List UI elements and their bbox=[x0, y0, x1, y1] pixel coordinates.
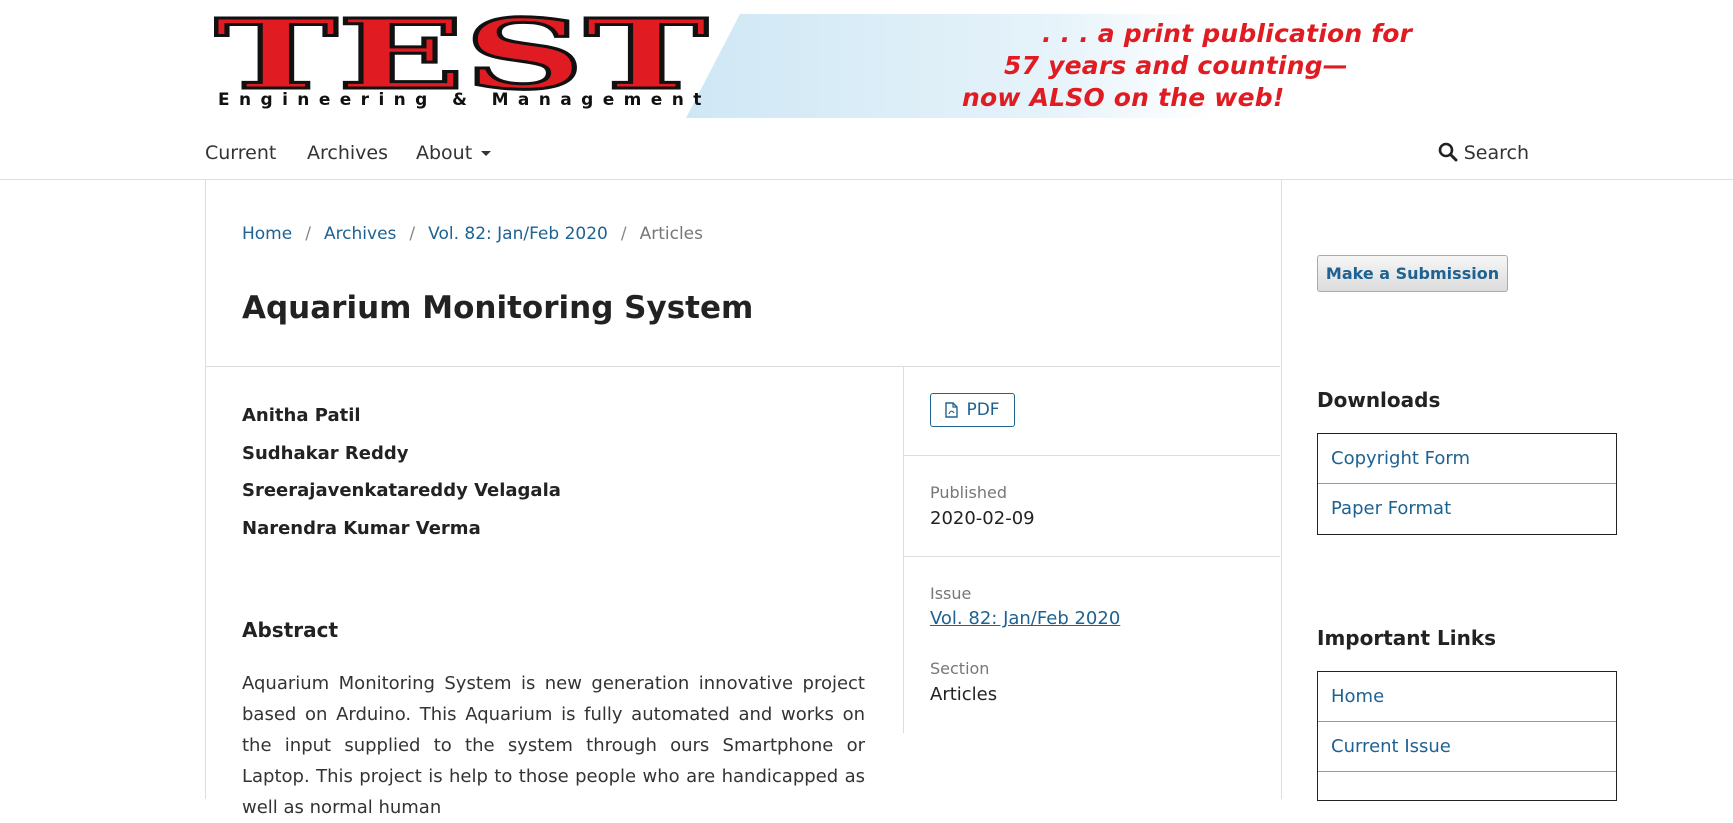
logo-subtitle: Engineering & Management bbox=[218, 90, 711, 110]
search-icon bbox=[1438, 142, 1458, 162]
download-paper-format[interactable]: Paper Format bbox=[1318, 484, 1616, 534]
important-links-heading: Important Links bbox=[1317, 626, 1497, 650]
breadcrumb: Home / Archives / Vol. 82: Jan/Feb 2020 / Arti… bbox=[242, 224, 703, 244]
pdf-download-button[interactable]: PDF bbox=[930, 393, 1015, 427]
pdf-file-icon bbox=[945, 402, 959, 418]
downloads-heading: Downloads bbox=[1317, 388, 1441, 412]
site-banner[interactable]: TEST Engineering & Management . . . a pr… bbox=[214, 14, 1412, 118]
important-links-list: Home Current Issue bbox=[1317, 671, 1617, 801]
published-date: 2020-02-09 bbox=[930, 508, 1035, 529]
breadcrumb-current: Articles bbox=[639, 224, 703, 244]
tagline-line-3: now ALSO on the web! bbox=[962, 83, 1285, 112]
search-button[interactable]: Search bbox=[1438, 142, 1529, 164]
make-submission-button[interactable]: Make a Submission bbox=[1317, 255, 1508, 292]
divider bbox=[904, 455, 1280, 456]
published-label: Published bbox=[930, 483, 1008, 502]
nav-archives[interactable]: Archives bbox=[307, 142, 388, 164]
page-title: Aquarium Monitoring System bbox=[242, 290, 754, 326]
downloads-list: Copyright Form Paper Format bbox=[1317, 433, 1617, 535]
breadcrumb-issue[interactable]: Vol. 82: Jan/Feb 2020 bbox=[428, 224, 608, 244]
column-divider bbox=[903, 367, 904, 733]
divider bbox=[904, 556, 1280, 557]
section-label: Section bbox=[930, 659, 990, 678]
author-name: Sudhakar Reddy bbox=[242, 442, 409, 464]
link-home[interactable]: Home bbox=[1318, 672, 1616, 722]
search-label: Search bbox=[1463, 142, 1529, 164]
section-value: Articles bbox=[930, 684, 998, 705]
pdf-label: PDF bbox=[966, 400, 1000, 420]
breadcrumb-separator: / bbox=[620, 224, 627, 244]
download-copyright-form[interactable]: Copyright Form bbox=[1318, 434, 1616, 484]
link-item[interactable] bbox=[1318, 772, 1616, 822]
main-nav: Current Archives About Search bbox=[0, 128, 1733, 180]
issue-label: Issue bbox=[930, 584, 972, 603]
nav-about-label: About bbox=[416, 142, 473, 164]
breadcrumb-separator: / bbox=[409, 224, 416, 244]
breadcrumb-archives[interactable]: Archives bbox=[324, 224, 396, 244]
tagline-line-1: . . . a print publication for bbox=[1042, 19, 1413, 48]
banner-tagline: . . . a print publication for 57 years a… bbox=[962, 18, 1422, 114]
nav-about[interactable]: About bbox=[416, 142, 492, 164]
author-name: Narendra Kumar Verma bbox=[242, 517, 481, 539]
breadcrumb-home[interactable]: Home bbox=[242, 224, 292, 244]
divider bbox=[205, 366, 1280, 367]
author-name: Sreerajavenkatareddy Velagala bbox=[242, 480, 561, 501]
abstract-heading: Abstract bbox=[242, 618, 339, 642]
nav-current[interactable]: Current bbox=[205, 142, 276, 164]
breadcrumb-separator: / bbox=[305, 224, 311, 244]
issue-link[interactable]: Vol. 82: Jan/Feb 2020 bbox=[930, 608, 1120, 629]
chevron-down-icon bbox=[481, 151, 492, 156]
abstract-text: Aquarium Monitoring System is new genera… bbox=[242, 673, 865, 818]
author-list: Anitha Patil Sudhakar Reddy Sreerajavenk… bbox=[242, 405, 561, 555]
tagline-line-2: 57 years and counting— bbox=[1004, 51, 1348, 80]
author-name: Anitha Patil bbox=[242, 405, 361, 426]
link-current-issue[interactable]: Current Issue bbox=[1318, 722, 1616, 772]
